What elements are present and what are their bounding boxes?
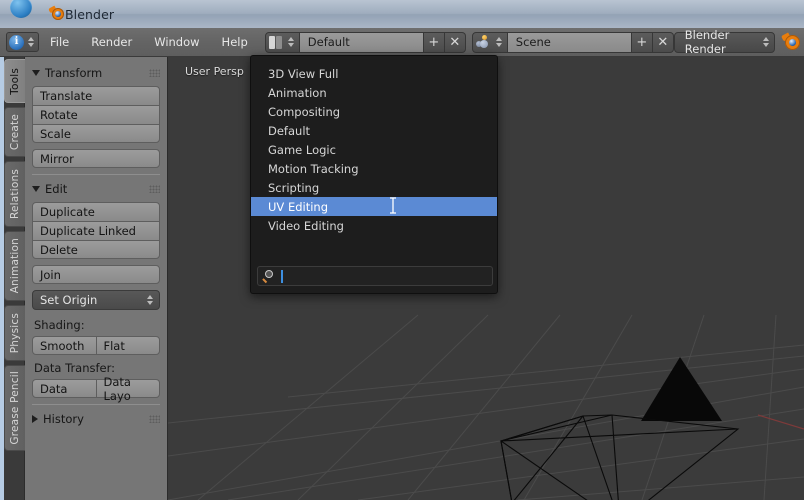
menu-item-animation[interactable]: Animation xyxy=(251,83,497,102)
render-engine-selector[interactable]: Blender Render xyxy=(673,28,775,56)
duplicate-linked-button[interactable]: Duplicate Linked xyxy=(32,221,160,240)
blender-logo-icon xyxy=(780,32,800,51)
window-title: Blender xyxy=(65,6,115,22)
text-caret xyxy=(281,269,283,283)
sidebar-item-grease-pencil[interactable]: Grease Pencil xyxy=(4,365,25,451)
screen-layout-icon xyxy=(268,35,284,49)
window-button-icon[interactable] xyxy=(10,0,32,18)
chevron-down-icon xyxy=(32,185,40,192)
sidebar-item-label: Physics xyxy=(9,312,21,354)
data-transfer-label: Data Transfer: xyxy=(34,361,116,375)
panel-header-history[interactable]: History xyxy=(32,409,160,428)
tool-shelf-tab-strip: Tools Create Relations Animation Physics… xyxy=(0,57,25,500)
chevron-updown-icon xyxy=(494,33,504,51)
shade-smooth-button[interactable]: Smooth xyxy=(32,336,97,355)
join-button[interactable]: Join xyxy=(32,265,160,284)
delete-screen-layout-button[interactable]: ✕ xyxy=(444,31,466,53)
sidebar-item-tools[interactable]: Tools xyxy=(4,59,25,103)
blender-top-bar: i File Render Window Help Default + ✕ Sc… xyxy=(0,28,804,57)
x-axis-line xyxy=(757,414,804,430)
menu-item-uv-editing[interactable]: UV Editing xyxy=(251,197,497,216)
tool-shelf-panel: Transform Translate Rotate Scale Mirror … xyxy=(25,57,168,500)
data-transfer-button-row: Data Data Layo xyxy=(32,375,160,403)
sidebar-item-label: Relations xyxy=(9,168,21,220)
menu-item-video-editing[interactable]: Video Editing xyxy=(251,216,497,235)
info-editor-icon: i xyxy=(9,34,24,50)
triangle-object xyxy=(641,357,722,421)
chevron-updown-icon xyxy=(26,33,36,51)
data-transfer-button[interactable]: Data xyxy=(32,379,97,398)
menu-item-game-logic[interactable]: Game Logic xyxy=(251,140,497,159)
viewport-perspective-label: User Persp xyxy=(185,65,244,78)
scale-button[interactable]: Scale xyxy=(32,124,160,143)
panel-title: Edit xyxy=(45,181,68,196)
chevron-right-icon xyxy=(32,414,38,423)
menu-item-3d-view-full[interactable]: 3D View Full xyxy=(251,64,497,83)
scene-value[interactable]: Scene xyxy=(507,31,632,53)
blender-application-window: Blender i File Render Window Help Defaul… xyxy=(0,0,804,500)
chevron-updown-icon xyxy=(145,291,155,309)
scene-selector[interactable]: Scene + ✕ xyxy=(471,31,674,53)
shading-button-row: Smooth Flat xyxy=(32,336,160,355)
chevron-down-icon xyxy=(32,69,40,76)
render-engine-value: Blender Render xyxy=(684,28,730,56)
menu-item-scripting[interactable]: Scripting xyxy=(251,178,497,197)
sidebar-item-animation[interactable]: Animation xyxy=(4,231,25,301)
data-layout-transfer-button[interactable]: Data Layo xyxy=(96,375,160,403)
menu-help[interactable]: Help xyxy=(211,28,259,57)
delete-button[interactable]: Delete xyxy=(32,240,160,259)
chevron-updown-icon xyxy=(286,33,296,51)
screen-layout-value[interactable]: Default xyxy=(299,31,424,53)
panel-title: Transform xyxy=(45,65,103,80)
sidebar-item-label: Create xyxy=(9,113,21,151)
shading-label: Shading: xyxy=(34,318,85,332)
screen-layout-selector[interactable]: Default + ✕ xyxy=(264,31,466,53)
panel-grip-icon[interactable] xyxy=(149,68,160,77)
delete-scene-button[interactable]: ✕ xyxy=(652,31,674,53)
scene-icon xyxy=(475,35,492,49)
panel-divider xyxy=(32,174,160,175)
panel-divider xyxy=(32,404,160,405)
panel-title: History xyxy=(43,411,84,426)
set-origin-label: Set Origin xyxy=(40,293,98,307)
sidebar-item-label: Tools xyxy=(9,67,21,95)
sidebar-item-relations[interactable]: Relations xyxy=(4,161,25,227)
panel-grip-icon[interactable] xyxy=(149,414,160,423)
edit-button-group: Duplicate Duplicate Linked Delete xyxy=(32,202,160,259)
sidebar-item-physics[interactable]: Physics xyxy=(4,305,25,361)
duplicate-button[interactable]: Duplicate xyxy=(32,202,160,221)
mirror-button[interactable]: Mirror xyxy=(32,149,160,168)
search-icon xyxy=(262,269,276,283)
menu-window[interactable]: Window xyxy=(143,28,210,57)
blender-logo-icon xyxy=(42,5,64,22)
transform-button-group: Translate Rotate Scale xyxy=(32,86,160,143)
scene-icon-button[interactable] xyxy=(471,31,508,53)
menu-render[interactable]: Render xyxy=(80,28,143,57)
search-input[interactable] xyxy=(257,266,493,286)
menu-item-compositing[interactable]: Compositing xyxy=(251,102,497,121)
add-screen-layout-button[interactable]: + xyxy=(423,31,445,53)
panel-header-transform[interactable]: Transform xyxy=(32,63,160,82)
sidebar-item-create[interactable]: Create xyxy=(4,107,25,157)
os-title-bar: Blender xyxy=(0,0,804,28)
translate-button[interactable]: Translate xyxy=(32,86,160,105)
editor-type-selector[interactable]: i xyxy=(6,32,39,52)
screen-layout-dropdown-menu[interactable]: 3D View Full Animation Compositing Defau… xyxy=(250,55,498,294)
sidebar-item-label: Grease Pencil xyxy=(9,371,21,445)
panel-header-edit[interactable]: Edit xyxy=(32,179,160,198)
menu-item-motion-tracking[interactable]: Motion Tracking xyxy=(251,159,497,178)
menu-search-container[interactable] xyxy=(257,266,493,286)
cone-wireframe xyxy=(499,414,740,500)
menu-item-default[interactable]: Default xyxy=(251,121,497,140)
sidebar-item-label: Animation xyxy=(9,238,21,294)
menu-file[interactable]: File xyxy=(39,28,80,57)
set-origin-dropdown[interactable]: Set Origin xyxy=(32,290,160,310)
rotate-button[interactable]: Rotate xyxy=(32,105,160,124)
shade-flat-button[interactable]: Flat xyxy=(96,336,160,355)
screen-layout-icon-button[interactable] xyxy=(264,31,300,53)
add-scene-button[interactable]: + xyxy=(631,31,653,53)
chevron-updown-icon xyxy=(762,33,770,51)
panel-grip-icon[interactable] xyxy=(149,184,160,193)
